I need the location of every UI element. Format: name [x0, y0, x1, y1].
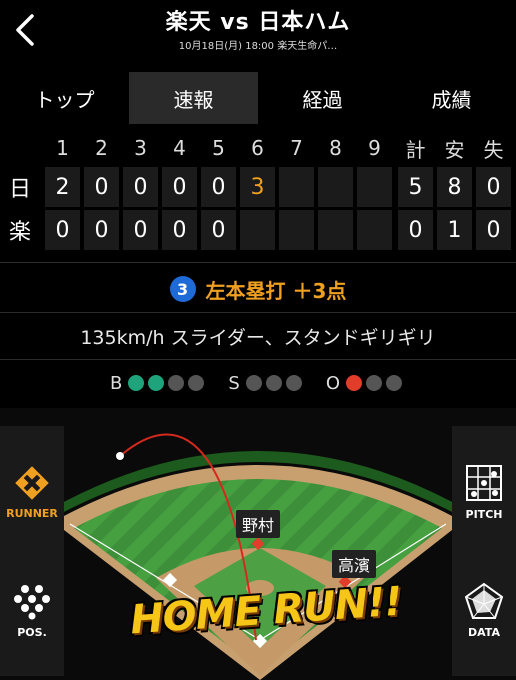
inning-header: 7 — [290, 136, 303, 160]
score-cell — [318, 210, 353, 250]
runner-label: RUNNER — [6, 506, 58, 520]
play-result-text: 左本塁打 ＋3点 — [205, 278, 347, 303]
strike-count: S — [228, 373, 305, 394]
score-cell: 0 — [201, 167, 236, 207]
errors-cell: 0 — [476, 167, 511, 207]
total-cell: 5 — [398, 167, 433, 207]
count-indicator: B S O — [0, 362, 516, 404]
data-label: DATA — [468, 625, 500, 639]
divider — [0, 359, 516, 360]
total-header: 計 — [405, 137, 426, 162]
out-dot-off — [365, 375, 382, 391]
tab-stats[interactable]: 成績 — [387, 72, 516, 124]
positions-icon — [14, 584, 50, 619]
score-cell: 0 — [201, 210, 236, 250]
scoreboard-row-home: 楽 0 0 0 0 0 0 1 0 — [0, 210, 516, 250]
out-dot-off — [385, 375, 402, 391]
score-cell: 0 — [162, 167, 197, 207]
scoreboard: 1 2 3 4 5 6 7 8 9 計 安 失 日 2 0 0 0 0 3 5 … — [0, 128, 516, 258]
fielder-name-tag: 高濱 — [332, 550, 377, 578]
score-cell — [240, 210, 275, 250]
game-subtitle: 10月18日(月) 18:00 楽天生命パ… — [178, 41, 338, 52]
runner-button[interactable]: RUNNER — [0, 426, 64, 558]
score-cell: 0 — [123, 210, 158, 250]
strike-dot-off — [285, 375, 302, 391]
tab-top[interactable]: トップ — [0, 72, 129, 124]
inning-header: 3 — [134, 136, 147, 160]
team-label-home: 楽 — [8, 220, 31, 245]
score-cell — [318, 167, 353, 207]
score-cell — [279, 167, 314, 207]
runner-diamond-icon — [15, 465, 49, 500]
total-cell: 0 — [398, 210, 433, 250]
errors-cell: 0 — [476, 210, 511, 250]
hits-header: 安 — [444, 137, 465, 162]
score-cell — [357, 210, 392, 250]
score-cell: 0 — [84, 210, 119, 250]
ball-landing-point — [116, 452, 124, 460]
out-count: O — [326, 373, 406, 394]
score-cell — [357, 167, 392, 207]
pitch-label: PITCH — [465, 507, 503, 521]
ball-dot-off — [188, 375, 205, 391]
ball-dot-on — [128, 375, 145, 391]
inning-header: 1 — [56, 136, 69, 160]
tab-bar: トップ 速報 経過 成績 — [0, 72, 516, 124]
ball-label: B — [110, 372, 123, 394]
errors-header: 失 — [483, 137, 504, 162]
play-result: 3 左本塁打 ＋3点 — [0, 266, 516, 312]
baseball-field — [64, 433, 452, 680]
scoreboard-header-row: 1 2 3 4 5 6 7 8 9 計 安 失 — [0, 130, 516, 170]
strike-label: S — [228, 372, 240, 394]
score-cell — [279, 210, 314, 250]
score-cell: 2 — [45, 167, 80, 207]
inning-header: 8 — [329, 136, 342, 160]
inning-header: 4 — [173, 136, 186, 160]
positions-label: POS. — [17, 625, 47, 639]
batter-number-badge: 3 — [169, 276, 196, 302]
tab-live[interactable]: 速報 — [129, 72, 258, 124]
header-bar: 楽天 vs 日本ハム 10月18日(月) 18:00 楽天生命パ… — [0, 0, 516, 62]
inning-header: 9 — [368, 136, 381, 160]
fielder-name-tag: 野村 — [236, 510, 281, 538]
positions-button[interactable]: POS. — [0, 544, 64, 676]
pitch-grid-icon — [466, 464, 502, 501]
score-cell-current: 3 — [240, 167, 275, 207]
scoreboard-row-away: 日 2 0 0 0 0 3 5 8 0 — [0, 167, 516, 207]
hits-cell: 1 — [437, 210, 472, 250]
divider — [0, 262, 516, 263]
tab-progress[interactable]: 経過 — [258, 72, 387, 124]
score-cell: 0 — [123, 167, 158, 207]
strike-dot-off — [265, 375, 282, 391]
ball-count: B — [110, 373, 208, 394]
out-dot-on — [345, 375, 362, 391]
divider — [0, 312, 516, 313]
team-label-away: 日 — [8, 177, 31, 202]
score-cell: 0 — [45, 210, 80, 250]
out-label: O — [325, 372, 340, 394]
game-title: 楽天 vs 日本ハム — [165, 10, 351, 35]
score-cell: 0 — [84, 167, 119, 207]
radar-chart-icon — [464, 582, 504, 619]
field-view: 野村 高濱 HOME RUN!! RUNNER POS. PITCH DATA — [0, 408, 516, 680]
data-button[interactable]: DATA — [452, 544, 516, 676]
hits-cell: 8 — [437, 167, 472, 207]
pitch-description: 135km/h スライダー、スタンドギリギリ — [80, 326, 436, 349]
inning-header: 5 — [212, 136, 225, 160]
score-cell: 0 — [162, 210, 197, 250]
pitch-button[interactable]: PITCH — [452, 426, 516, 558]
ball-dot-off — [168, 375, 185, 391]
ball-dot-on — [148, 375, 165, 391]
inning-header: 2 — [95, 136, 108, 160]
strike-dot-off — [245, 375, 262, 391]
inning-header: 6 — [251, 136, 264, 160]
